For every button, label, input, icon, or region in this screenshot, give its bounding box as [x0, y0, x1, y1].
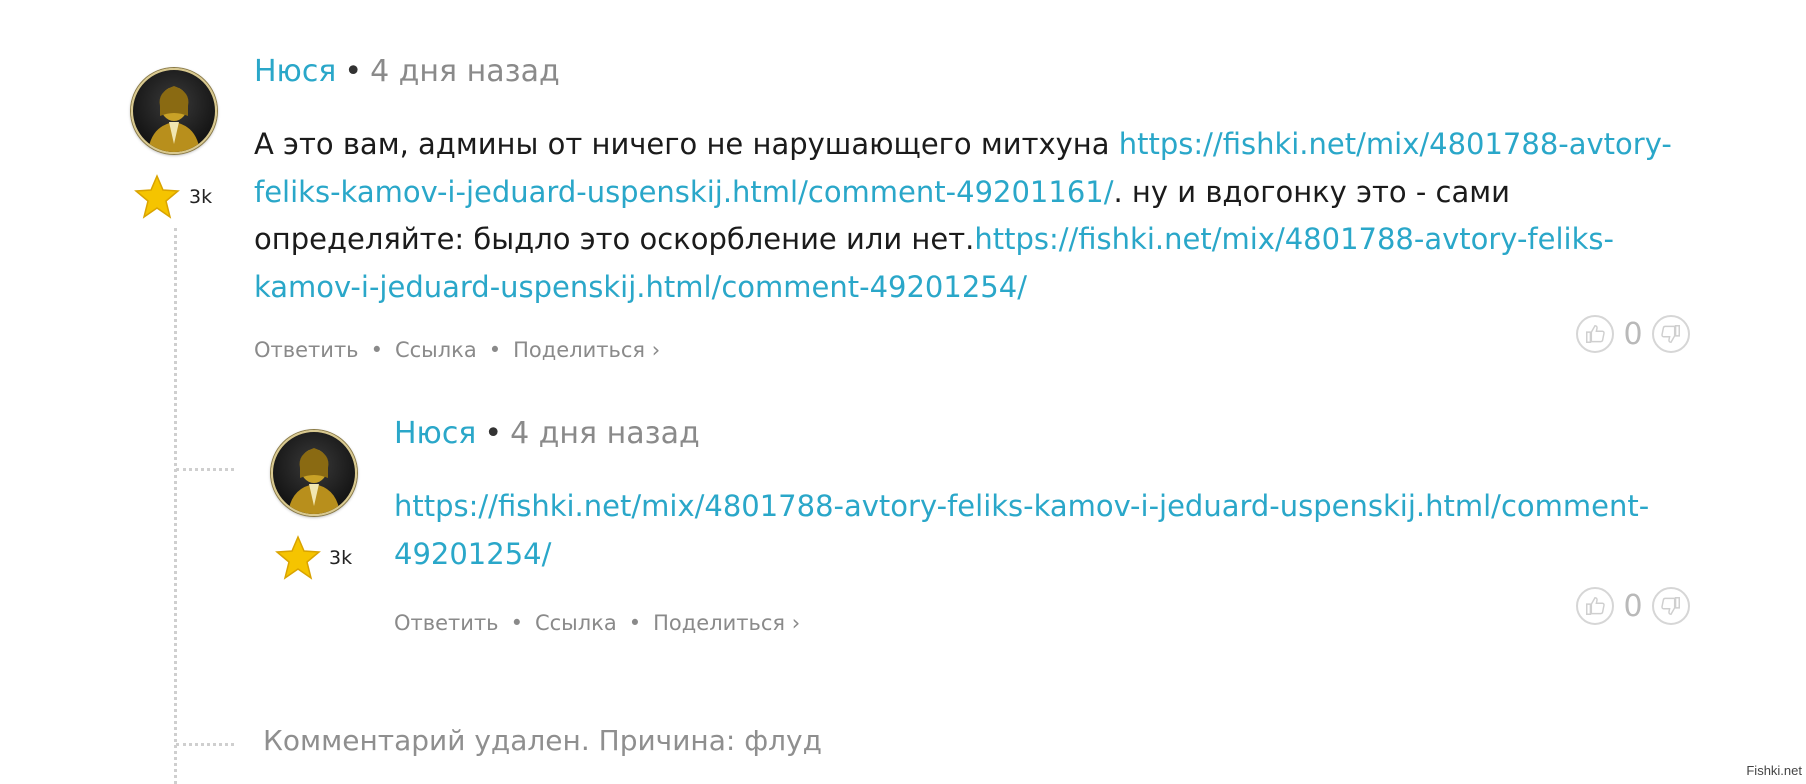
vote-widget: 0 [1576, 587, 1690, 625]
avatar[interactable] [271, 430, 357, 516]
comment-body: А это вам, админы от ничего не нарушающе… [254, 121, 1694, 311]
comment-header: Нюся • 4 дня назад [254, 54, 560, 89]
user-rating: 3k [189, 186, 213, 208]
header-separator: • [484, 416, 503, 451]
timestamp-link[interactable]: 4 дня назад [510, 416, 700, 451]
user-rating: 3k [329, 547, 353, 569]
comment-actions: Ответить • Ссылка • Поделиться › [254, 338, 660, 362]
reply-button[interactable]: Ответить [254, 338, 359, 362]
reply-button[interactable]: Ответить [394, 611, 499, 635]
thumb-up-icon [1586, 597, 1605, 615]
watermark: Fishki.net [1746, 763, 1802, 778]
thumb-up-icon [1586, 325, 1605, 343]
dislike-button[interactable] [1652, 315, 1690, 353]
comment-body: https://fishki.net/mix/4801788-avtory-fe… [394, 483, 1694, 578]
thread-line [174, 228, 177, 784]
user-avatar-icon [288, 448, 340, 514]
user-avatar-icon [148, 86, 200, 152]
comment-header: Нюся • 4 дня назад [394, 416, 700, 451]
share-button[interactable]: Поделиться › [653, 611, 800, 635]
avatar[interactable] [131, 68, 217, 154]
action-separator: • [628, 611, 642, 635]
star-rank-icon [134, 174, 180, 219]
share-button[interactable]: Поделиться › [513, 338, 660, 362]
vote-count: 0 [1623, 588, 1643, 624]
comment-link[interactable]: https://fishki.net/mix/4801788-avtory-fe… [394, 489, 1649, 571]
action-separator: • [370, 338, 383, 362]
comment-text: А это вам, админы от ничего не нарушающе… [254, 127, 1119, 161]
thumb-down-icon [1661, 325, 1680, 343]
timestamp-link[interactable]: 4 дня назад [370, 54, 560, 89]
like-button[interactable] [1576, 315, 1614, 353]
vote-count: 0 [1623, 316, 1643, 352]
permalink-button[interactable]: Ссылка [395, 338, 477, 362]
author-link[interactable]: Нюся [394, 416, 476, 451]
action-separator: • [510, 611, 523, 635]
header-separator: • [344, 54, 363, 89]
action-separator: • [488, 338, 502, 362]
like-button[interactable] [1576, 587, 1614, 625]
comment-actions: Ответить • Ссылка • Поделиться › [394, 611, 800, 635]
star-rank-icon [275, 535, 321, 580]
vote-widget: 0 [1576, 315, 1690, 353]
dislike-button[interactable] [1652, 587, 1690, 625]
author-link[interactable]: Нюся [254, 54, 336, 89]
reply-connector [176, 468, 234, 471]
permalink-button[interactable]: Ссылка [535, 611, 617, 635]
thumb-down-icon [1661, 597, 1680, 615]
deleted-connector [176, 743, 234, 746]
deleted-comment-notice: Комментарий удален. Причина: флуд [263, 724, 822, 757]
